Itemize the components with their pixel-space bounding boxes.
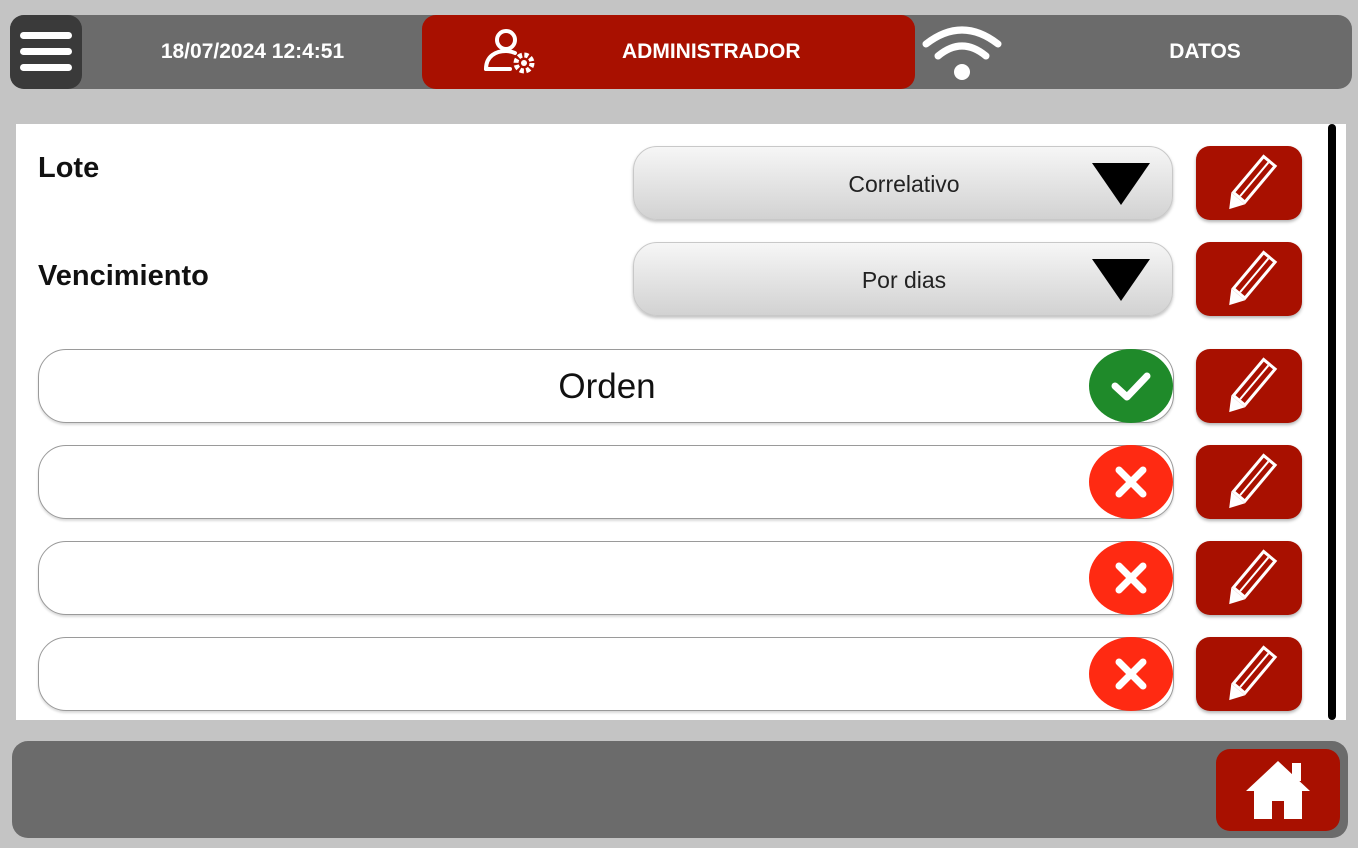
field-row-1[interactable]: Orden <box>38 349 1174 423</box>
home-icon <box>1246 761 1310 819</box>
vencimiento-label: Vencimiento <box>38 260 209 292</box>
user-role-label: ADMINISTRADOR <box>622 40 801 63</box>
lote-dropdown[interactable]: Correlativo <box>633 146 1173 220</box>
edit-lote-button[interactable] <box>1196 146 1302 220</box>
hamburger-line <box>20 48 72 55</box>
pencil-icon <box>1229 453 1278 509</box>
bottom-bar <box>12 741 1348 838</box>
enabled-check-icon[interactable] <box>1089 349 1173 423</box>
edit-field-4-button[interactable] <box>1196 637 1302 711</box>
disabled-x-icon[interactable] <box>1089 445 1173 519</box>
edit-field-1-button[interactable] <box>1196 349 1302 423</box>
edit-vencimiento-button[interactable] <box>1196 242 1302 316</box>
edit-field-2-button[interactable] <box>1196 445 1302 519</box>
scrollbar[interactable] <box>1328 124 1336 720</box>
menu-button[interactable] <box>10 15 82 89</box>
user-settings-icon <box>482 29 540 82</box>
field-4-value <box>39 638 1175 712</box>
dropdown-arrow-icon <box>1092 259 1150 301</box>
pencil-icon <box>1229 645 1278 701</box>
pencil-icon <box>1229 357 1278 413</box>
user-role-tab[interactable]: ADMINISTRADOR <box>422 15 915 89</box>
dropdown-arrow-icon <box>1092 163 1150 205</box>
wifi-icon <box>922 24 1002 87</box>
datos-tab[interactable]: DATOS <box>1120 15 1290 89</box>
field-row-4[interactable] <box>38 637 1174 711</box>
disabled-x-icon[interactable] <box>1089 541 1173 615</box>
home-button[interactable] <box>1216 749 1340 831</box>
datetime-display: 18/07/2024 12:4:51 <box>160 40 345 63</box>
hamburger-menu-icon <box>20 32 72 39</box>
field-row-3[interactable] <box>38 541 1174 615</box>
vencimiento-dropdown[interactable]: Por dias <box>633 242 1173 316</box>
edit-field-3-button[interactable] <box>1196 541 1302 615</box>
field-2-value <box>39 446 1175 520</box>
field-1-value: Orden <box>558 367 656 406</box>
pencil-icon <box>1229 250 1278 306</box>
field-3-value <box>39 542 1175 616</box>
disabled-x-icon[interactable] <box>1089 637 1173 711</box>
hamburger-line <box>20 64 72 71</box>
field-row-2[interactable] <box>38 445 1174 519</box>
lote-label: Lote <box>38 152 100 184</box>
pencil-icon <box>1229 549 1278 605</box>
pencil-icon <box>1229 154 1278 210</box>
